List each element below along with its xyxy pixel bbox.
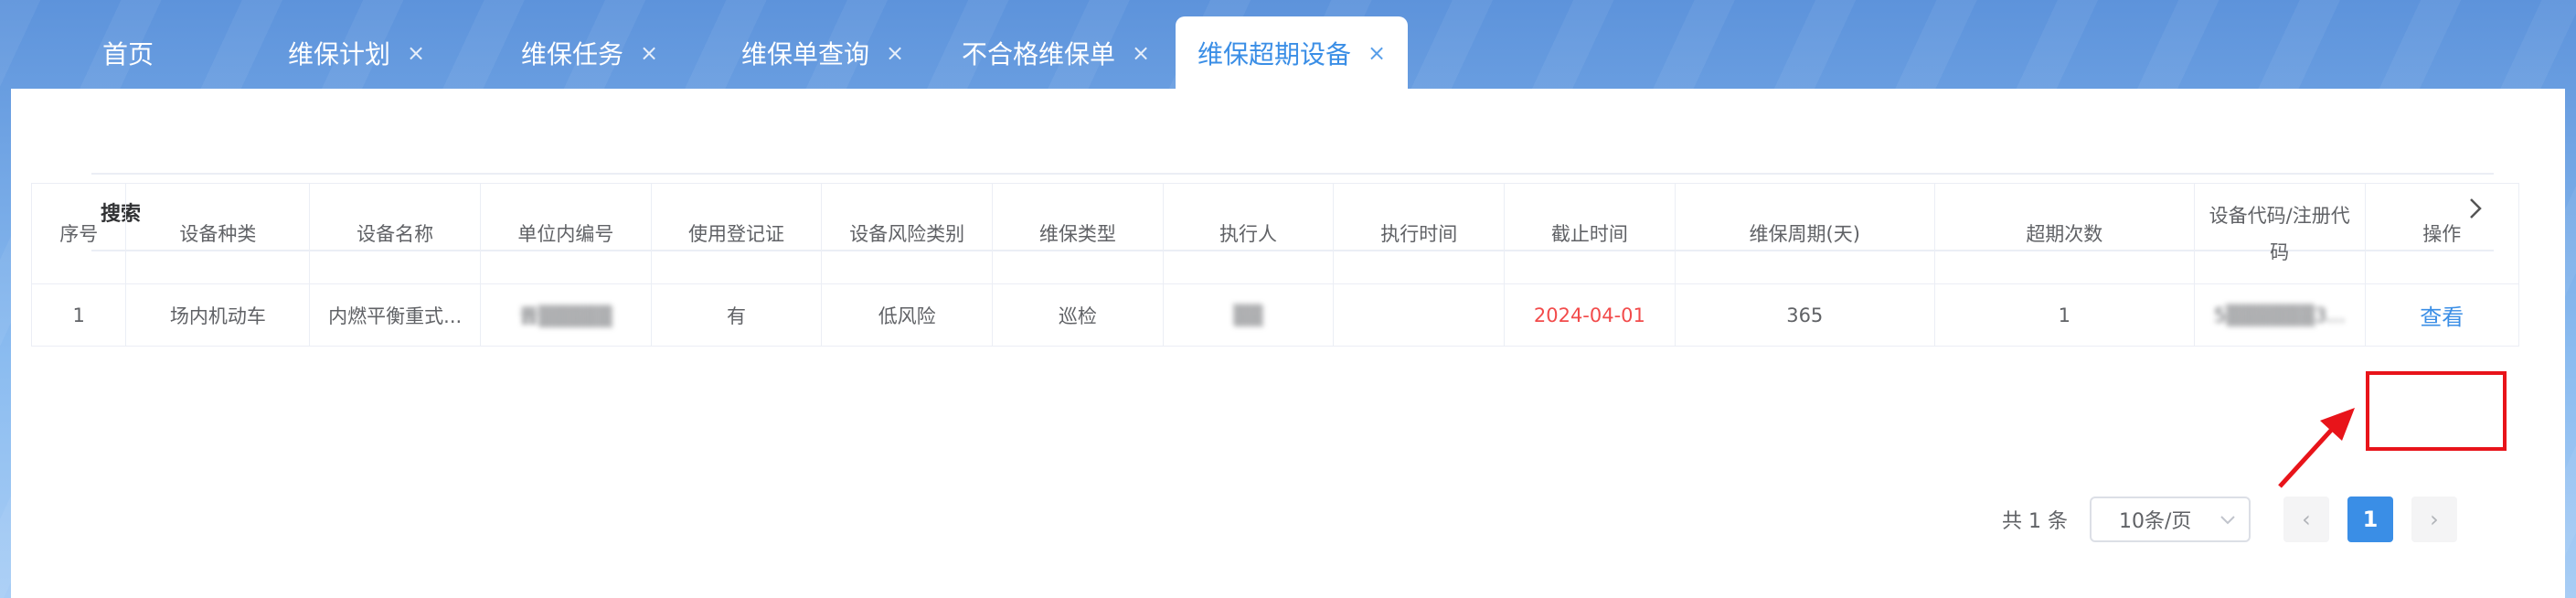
page-size-value: 10条/页 — [2118, 510, 2192, 533]
cell-executor: ▒▒ — [1162, 283, 1335, 347]
col-header: 设备名称 — [309, 183, 482, 284]
cell-exec-time — [1333, 283, 1506, 347]
col-header: 设备代码/注册代码 — [2193, 183, 2366, 284]
cell-name: 内燃平衡重式... — [309, 283, 482, 347]
col-header: 维保周期(天) — [1674, 183, 1935, 284]
close-icon[interactable]: × — [886, 40, 904, 66]
tab-label: 维保任务 — [520, 38, 623, 69]
col-header: 维保类型 — [992, 183, 1164, 284]
col-header: 使用登记证 — [650, 183, 823, 284]
tab-label: 维保计划 — [287, 38, 390, 69]
close-icon[interactable]: × — [640, 40, 658, 66]
next-page-button[interactable]: › — [2411, 497, 2457, 542]
view-link[interactable]: 查看 — [2420, 304, 2464, 330]
col-header: 序号 — [30, 183, 127, 284]
cell-maint-type: 巡检 — [992, 283, 1164, 347]
page-1-button[interactable]: 1 — [2347, 497, 2393, 542]
tab-overdue-equipment[interactable]: 维保超期设备 × — [1176, 16, 1408, 89]
redacted-text: 5▒▒▒▒▒▒3... — [2213, 304, 2346, 326]
pagination: 共 1 条 10条/页 ‹ 1 › — [2002, 497, 2475, 542]
tab-label: 不合格维保单 — [961, 38, 1115, 69]
tab-maintenance-task[interactable]: 维保任务 × — [512, 16, 667, 89]
cell-unit-no: 晋▒▒▒▒▒ — [480, 283, 652, 347]
chevron-down-icon — [2219, 508, 2236, 531]
tab-label: 维保超期设备 — [1197, 38, 1351, 69]
chevron-left-icon: ‹ — [2302, 507, 2311, 532]
overdue-equipment-table: 序号 设备种类 设备名称 单位内编号 使用登记证 设备风险类别 维保类型 执行人… — [30, 183, 2520, 347]
close-icon[interactable]: × — [407, 40, 425, 66]
prev-page-button[interactable]: ‹ — [2283, 497, 2329, 542]
table-header-row: 序号 设备种类 设备名称 单位内编号 使用登记证 设备风险类别 维保类型 执行人… — [30, 183, 2520, 284]
col-header: 设备风险类别 — [821, 183, 994, 284]
tab-home[interactable]: 首页 — [64, 16, 192, 89]
tab-label: 维保单查询 — [740, 38, 869, 69]
col-header: 执行时间 — [1333, 183, 1506, 284]
chevron-right-icon: › — [2430, 507, 2439, 532]
annotation-highlight-box — [2366, 371, 2507, 451]
annotation-arrow-icon — [2278, 408, 2355, 488]
tab-label: 首页 — [101, 38, 154, 69]
cell-cycle-days: 365 — [1674, 283, 1935, 347]
col-header: 设备种类 — [125, 183, 311, 284]
page-size-select[interactable]: 10条/页 — [2089, 497, 2251, 542]
total-count: 共 1 条 — [2002, 510, 2068, 533]
redacted-text: ▒▒ — [1233, 304, 1263, 326]
cell-device-code: 5▒▒▒▒▒▒3... — [2193, 283, 2366, 347]
cell-index: 1 — [30, 283, 127, 347]
table-row: 1 场内机动车 内燃平衡重式... 晋▒▒▒▒▒ 有 低风险 巡检 ▒▒ 202… — [30, 283, 2520, 347]
col-header: 操作 — [2364, 183, 2520, 284]
col-header: 单位内编号 — [480, 183, 652, 284]
col-header: 截止时间 — [1504, 183, 1676, 284]
cell-overdue-count: 1 — [1933, 283, 2195, 347]
cell-category: 场内机动车 — [125, 283, 311, 347]
col-header: 执行人 — [1162, 183, 1335, 284]
tab-unqualified-maintenance[interactable]: 不合格维保单 × — [951, 16, 1161, 89]
cell-deadline: 2024-04-01 — [1504, 283, 1676, 347]
cell-risk: 低风险 — [821, 283, 994, 347]
cell-registration: 有 — [650, 283, 823, 347]
redacted-text: 晋▒▒▒▒▒ — [518, 304, 612, 327]
cell-action: 查看 — [2364, 283, 2520, 347]
close-icon[interactable]: × — [1132, 40, 1150, 66]
page-number: 1 — [2362, 507, 2379, 532]
col-header: 超期次数 — [1933, 183, 2195, 284]
tab-maintenance-plan[interactable]: 维保计划 × — [274, 16, 439, 89]
close-icon[interactable]: × — [1368, 40, 1386, 66]
tab-maintenance-query[interactable]: 维保单查询 × — [731, 16, 914, 89]
tab-bar: 首页 维保计划 × 维保任务 × 维保单查询 × 不合格维保单 × 维保超期设备… — [0, 0, 2576, 89]
